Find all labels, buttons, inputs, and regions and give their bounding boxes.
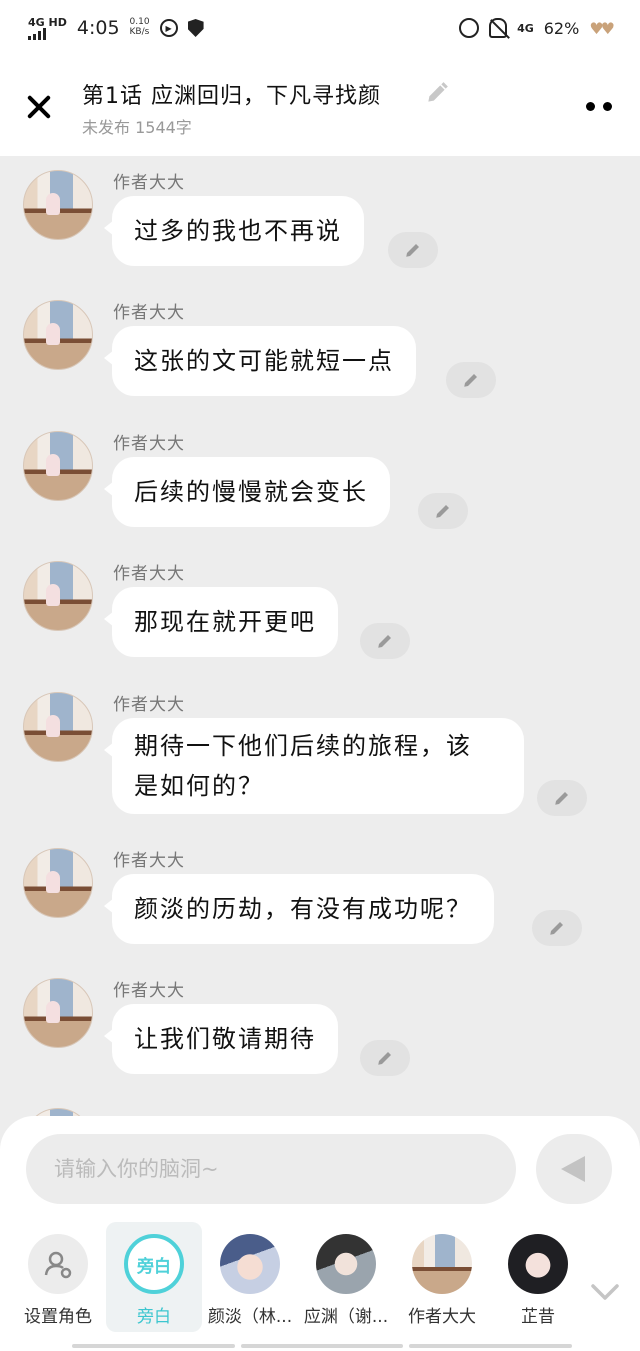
send-icon	[561, 1156, 585, 1182]
role-item-author[interactable]: 作者大大	[394, 1222, 490, 1332]
clock: 4:05	[76, 17, 120, 39]
message-line: 是如何的？	[134, 772, 264, 800]
avatar	[316, 1234, 376, 1294]
role-label: 作者大大	[408, 1307, 476, 1327]
role-label: 颜淡（林...	[207, 1307, 293, 1327]
chapter-status: 未发布 1544字	[82, 118, 192, 137]
role-label: 设置角色	[24, 1307, 92, 1327]
edit-message-button[interactable]	[360, 1040, 410, 1076]
message-bubble[interactable]: 期待一下他们后续的旅程，该 是如何的？	[104, 718, 524, 814]
avatar[interactable]	[23, 300, 93, 370]
edit-message-button[interactable]	[537, 780, 587, 816]
speed-unit: KB/s	[129, 27, 150, 37]
close-icon[interactable]	[22, 90, 56, 124]
edit-title-icon[interactable]	[424, 80, 450, 106]
author-name: 作者大大	[113, 434, 185, 454]
avatar[interactable]	[23, 848, 93, 918]
shield-icon	[187, 19, 204, 37]
battery-level: 62%	[543, 18, 580, 38]
network-4g: 4G	[517, 21, 534, 35]
person-settings-icon	[28, 1234, 88, 1294]
role-label: 旁白	[137, 1307, 171, 1327]
message-bubble[interactable]: 颜淡的历劫，有没有成功呢？	[104, 874, 494, 944]
narrator-avatar: 旁白	[124, 1234, 184, 1294]
pencil-icon	[436, 505, 449, 518]
heart-icon: ♥♥	[589, 18, 615, 38]
avatar[interactable]	[23, 1108, 93, 1116]
page-indicator	[72, 1344, 573, 1348]
message-bubble[interactable]: 这张的文可能就短一点	[104, 326, 416, 396]
role-label: 应渊（谢...	[303, 1307, 389, 1327]
author-name: 作者大大	[113, 981, 185, 1001]
pencil-icon	[555, 792, 568, 805]
speed-value: 0.10	[129, 17, 150, 28]
edit-message-button[interactable]	[388, 232, 438, 268]
role-item-yingyuan[interactable]: 应渊（谢...	[298, 1222, 394, 1332]
compose-panel: 设置角色 旁白 旁白 颜淡（林... 应渊（谢... 作者大大 芷昔	[0, 1116, 640, 1351]
avatar[interactable]	[23, 431, 93, 501]
author-name: 作者大大	[113, 173, 185, 193]
avatar	[508, 1234, 568, 1294]
pencil-icon	[464, 374, 477, 387]
signal-indicator: 4G HD	[28, 17, 67, 40]
avatar[interactable]	[23, 561, 93, 631]
send-button[interactable]	[536, 1134, 612, 1204]
pencil-icon	[406, 244, 419, 257]
message-bubble[interactable]: 那现在就开更吧	[104, 587, 338, 657]
author-name: 作者大大	[113, 564, 185, 584]
message-bubble[interactable]: 让我们敬请期待	[104, 1004, 338, 1074]
chapter-title[interactable]: 第1话 应渊回归，下凡寻找颜	[82, 78, 381, 110]
network-type: 4G HD	[28, 15, 67, 29]
message-line: 期待一下他们后续的旅程，该	[134, 732, 472, 760]
top-bar: 第1话 应渊回归，下凡寻找颜 未发布 1544字	[0, 56, 640, 156]
role-item-yandan[interactable]: 颜淡（林...	[202, 1222, 298, 1332]
status-bar: 4G HD 4:05 0.10 KB/s ▶ 4G 62% ♥♥	[0, 0, 640, 56]
mute-bell-icon	[489, 18, 508, 38]
edit-message-button[interactable]	[446, 362, 496, 398]
alarm-icon	[459, 18, 480, 38]
role-item-zhixi[interactable]: 芷昔	[490, 1222, 586, 1332]
role-item-settings[interactable]: 设置角色	[10, 1222, 106, 1332]
pencil-icon	[550, 922, 563, 935]
chat-area[interactable]: 作者大大 过多的我也不再说 作者大大 这张的文可能就短一点 作者大大 后续的慢慢…	[0, 156, 640, 1116]
message-bubble[interactable]: 过多的我也不再说	[104, 196, 364, 266]
edit-message-button[interactable]	[532, 910, 582, 946]
role-selector: 设置角色 旁白 旁白 颜淡（林... 应渊（谢... 作者大大 芷昔	[0, 1222, 640, 1342]
author-name: 作者大大	[113, 851, 185, 871]
play-icon: ▶	[159, 19, 178, 37]
message-bubble[interactable]: 后续的慢慢就会变长	[104, 457, 390, 527]
signal-bars-icon	[28, 27, 46, 40]
chevron-down-icon[interactable]	[590, 1280, 620, 1304]
avatar[interactable]	[23, 170, 93, 240]
author-name: 作者大大	[113, 303, 185, 323]
avatar[interactable]	[23, 978, 93, 1048]
pencil-icon	[378, 635, 391, 648]
role-label: 芷昔	[521, 1307, 555, 1327]
pencil-icon	[378, 1052, 391, 1065]
role-item-narrator[interactable]: 旁白 旁白	[106, 1222, 202, 1332]
avatar[interactable]	[23, 692, 93, 762]
avatar	[220, 1234, 280, 1294]
avatar	[412, 1234, 472, 1294]
story-input[interactable]	[26, 1134, 516, 1204]
network-speed: 0.10 KB/s	[129, 17, 150, 38]
more-options-icon[interactable]	[586, 102, 612, 111]
author-name: 作者大大	[113, 695, 185, 715]
edit-message-button[interactable]	[360, 623, 410, 659]
edit-message-button[interactable]	[418, 493, 468, 529]
